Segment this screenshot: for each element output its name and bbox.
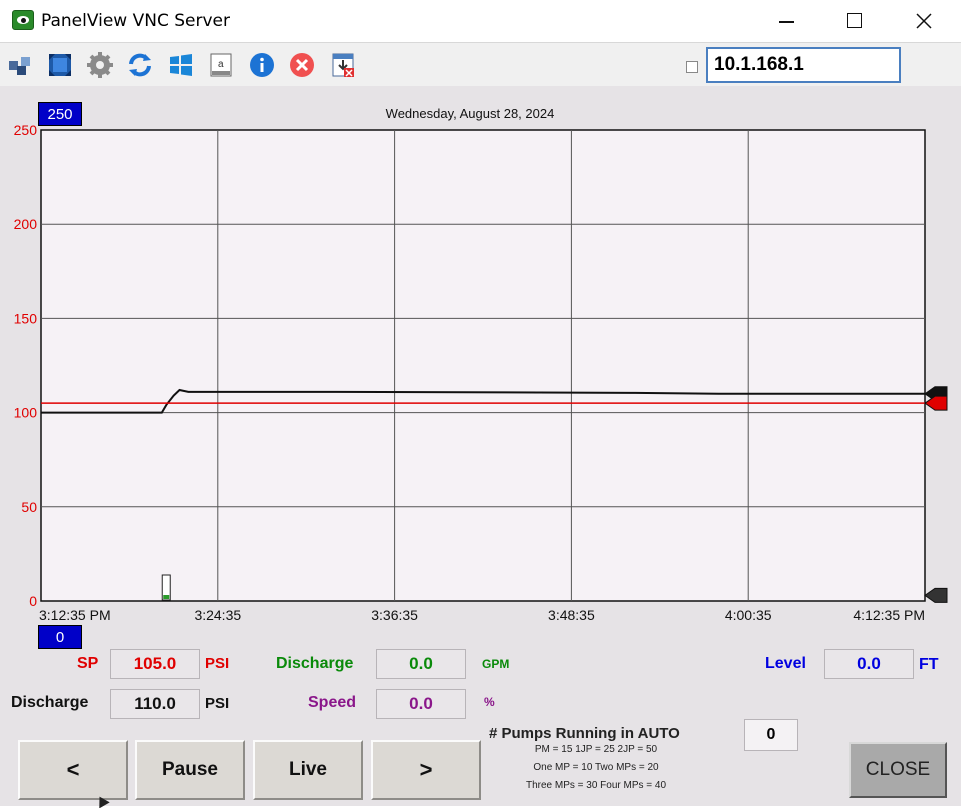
- discharge-pressure-value: 110.0: [110, 689, 200, 719]
- window-title: PanelView VNC Server: [41, 11, 230, 31]
- previous-button[interactable]: <: [18, 740, 128, 800]
- level-unit: FT: [919, 656, 939, 673]
- y-axis-ticks: 250 200 150 100 50 0: [14, 122, 38, 609]
- minimize-button[interactable]: [763, 0, 809, 42]
- chart-date: Wednesday, August 28, 2024: [385, 106, 555, 121]
- x-tick-label: 3:24:35: [194, 607, 241, 623]
- speed-unit: %: [484, 695, 495, 709]
- disconnect-icon[interactable]: [289, 52, 315, 78]
- sp-value: 105.0: [110, 649, 200, 679]
- next-button[interactable]: >: [371, 740, 481, 800]
- info-icon[interactable]: [249, 52, 275, 78]
- discharge-flow-unit: GPM: [482, 657, 510, 671]
- red-series-marker: [924, 395, 948, 411]
- windows-icon[interactable]: [168, 52, 194, 78]
- y-tick-label: 100: [14, 405, 38, 421]
- save-close-icon[interactable]: [331, 52, 357, 78]
- y-tick-label: 200: [14, 216, 38, 232]
- x-tick-label: 3:48:35: [548, 607, 595, 623]
- clipboard-icon[interactable]: a: [208, 52, 234, 78]
- level-label: Level: [765, 655, 806, 672]
- y-min-box[interactable]: 0: [38, 625, 82, 649]
- discharge-pressure-unit: PSI: [205, 695, 230, 712]
- pumps-legend-line-2: One MP = 10 Two MPs = 20: [533, 762, 659, 773]
- close-button[interactable]: CLOSE: [849, 742, 947, 798]
- vnc-window: PanelView VNC Server a 10.1.168.1 250 20…: [0, 0, 961, 808]
- sp-label: SP: [77, 655, 99, 672]
- discharge-pressure-label: Discharge: [11, 694, 89, 711]
- x-tick-label: 4:12:35 PM: [853, 607, 925, 623]
- x-axis-ticks: 3:12:35 PM 3:24:35 3:36:35 3:48:35 4:00:35 4:…: [39, 607, 925, 623]
- network-icon[interactable]: [7, 52, 33, 78]
- x-tick-label: 3:12:35 PM: [39, 607, 111, 623]
- level-value: 0.0: [824, 649, 914, 679]
- window-close-button[interactable]: [901, 0, 947, 42]
- speed-label: Speed: [308, 694, 357, 711]
- live-button[interactable]: Live: [253, 740, 363, 800]
- maximize-button[interactable]: [831, 0, 877, 42]
- settings-gear-icon[interactable]: [87, 52, 113, 78]
- pen-indicator-fill: [163, 595, 170, 599]
- title-bar: PanelView VNC Server: [0, 0, 961, 42]
- y-max-box[interactable]: 250: [38, 102, 82, 126]
- x-tick-label: 3:36:35: [371, 607, 418, 623]
- pumps-running-title: # Pumps Running in AUTO: [489, 725, 680, 742]
- plot-area: [40, 129, 926, 602]
- discharge-flow-value: 0.0: [376, 649, 466, 679]
- ip-address-input[interactable]: 10.1.168.1: [706, 47, 901, 83]
- x-tick-label: 4:00:35: [725, 607, 772, 623]
- y-tick-label: 150: [14, 310, 38, 326]
- close-x-icon: [916, 13, 932, 29]
- fullscreen-icon[interactable]: [47, 52, 73, 78]
- svg-text:a: a: [218, 59, 224, 70]
- pumps-running-value: 0: [744, 719, 798, 751]
- pumps-legend-line-1: PM = 15 1JP = 25 2JP = 50: [534, 744, 658, 755]
- discharge-flow-label: Discharge: [276, 655, 354, 672]
- maximize-icon: [847, 13, 862, 28]
- sp-unit: PSI: [205, 655, 230, 672]
- refresh-icon[interactable]: [127, 52, 153, 78]
- minimize-icon: [779, 21, 794, 23]
- bottom-series-marker: [924, 587, 948, 603]
- pumps-legend-line-3: Three MPs = 30 Four MPs = 40: [525, 780, 667, 791]
- y-tick-label: 0: [29, 593, 37, 609]
- y-tick-label: 50: [21, 499, 37, 515]
- trend-chart: 250 200 150 100 50 0 3:12:35 PM 3:24:35 3:36:35…: [14, 122, 948, 623]
- panelview-eye-icon: [12, 10, 34, 30]
- pause-button[interactable]: Pause: [135, 740, 245, 800]
- speed-value: 0.0: [376, 689, 466, 719]
- y-tick-label: 250: [14, 122, 38, 138]
- ip-checkbox[interactable]: [686, 61, 698, 73]
